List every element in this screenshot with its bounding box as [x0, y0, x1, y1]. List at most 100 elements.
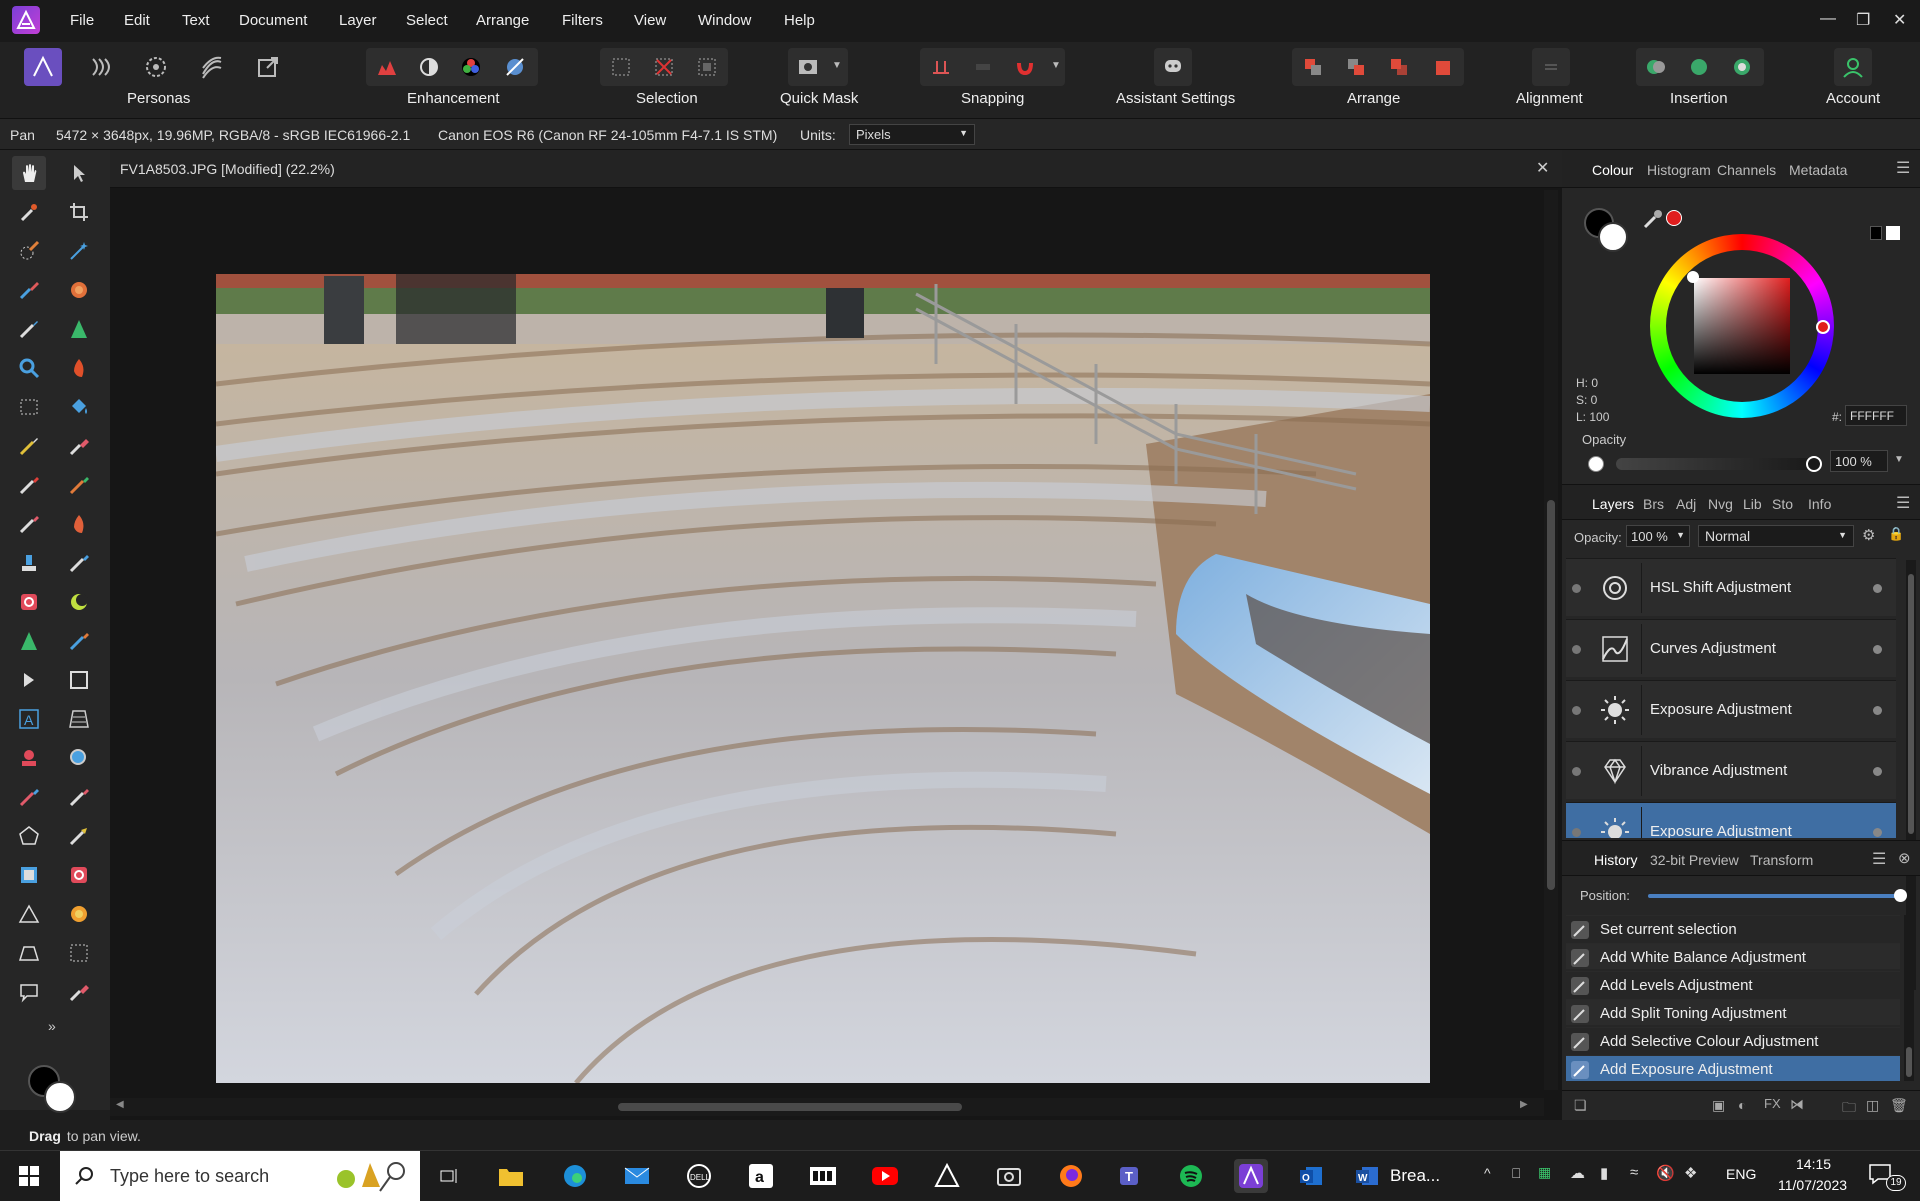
history-item[interactable]: Add Selective Colour Adjustment	[1566, 1027, 1900, 1053]
document-tab[interactable]: FV1A8503.JPG [Modified] (22.2%) ✕	[110, 150, 1562, 188]
smudge-tool-icon[interactable]	[62, 468, 96, 502]
snapping-options-icon[interactable]	[964, 48, 1002, 86]
panel-layers-stack-icon[interactable]: ❏	[1574, 1097, 1587, 1114]
vertical-scrollbar[interactable]	[1544, 190, 1558, 1090]
camera-app-icon[interactable]	[992, 1159, 1026, 1193]
quick-mask-icon[interactable]	[789, 48, 827, 86]
layer-opacity-input[interactable]: 100 % ▼	[1626, 525, 1690, 547]
ellipse-gradient-tool-icon[interactable]	[62, 897, 96, 931]
edge-browser-icon[interactable]	[558, 1159, 592, 1193]
move-forward-one-icon[interactable]	[1380, 48, 1418, 86]
layer-visibility-icon[interactable]	[1572, 828, 1581, 837]
insert-behind-icon[interactable]	[1637, 48, 1675, 86]
freehand-selection-tool-icon[interactable]	[12, 273, 46, 307]
colour-square-handle[interactable]	[1687, 271, 1699, 283]
menu-edit[interactable]: Edit	[124, 12, 150, 29]
zoom-tool-icon[interactable]	[12, 351, 46, 385]
secondary-colour-swatch[interactable]	[44, 1081, 76, 1113]
menu-help[interactable]: Help	[784, 12, 815, 29]
tray-device-icon[interactable]: ⎕	[1512, 1165, 1520, 1182]
colour-panel-swatches[interactable]	[1584, 208, 1632, 256]
perspective-tool-icon[interactable]	[62, 702, 96, 736]
layer-visibility-icon[interactable]	[1572, 584, 1581, 593]
history-position-handle[interactable]	[1894, 889, 1907, 902]
levels-icon[interactable]	[368, 48, 406, 86]
layer-row[interactable]: Curves Adjustment	[1566, 619, 1896, 677]
invert-selection-icon[interactable]	[688, 48, 726, 86]
menu-document[interactable]: Document	[239, 12, 307, 29]
layer-row[interactable]: Exposure Adjustment	[1566, 680, 1896, 738]
layer-settings-gear-icon[interactable]: ⚙	[1862, 526, 1875, 544]
history-panel-menu-icon[interactable]: ☰	[1872, 849, 1886, 869]
opacity-chevron-down-icon[interactable]: ▼	[1894, 454, 1904, 465]
tab-adjustments[interactable]: Adj	[1676, 496, 1696, 512]
move-to-front-icon[interactable]	[1423, 48, 1461, 86]
adjustment-layer-icon[interactable]: ◐	[1738, 1097, 1746, 1113]
crop-tool-icon[interactable]	[62, 195, 96, 229]
history-item[interactable]: Add Levels Adjustment	[1566, 971, 1900, 997]
snapping-chevron-down-icon[interactable]: ▼	[1051, 60, 1061, 71]
menu-filters[interactable]: Filters	[562, 12, 603, 29]
move-to-back-icon[interactable]	[1294, 48, 1332, 86]
account-icon[interactable]	[1834, 48, 1872, 86]
menu-file[interactable]: File	[70, 12, 94, 29]
dodge-burn-tool-icon[interactable]	[62, 585, 96, 619]
red-eye-removal-tool-icon[interactable]	[62, 858, 96, 892]
dodge-tool-icon[interactable]	[12, 507, 46, 541]
auto-contrast-icon[interactable]	[496, 48, 534, 86]
scroll-right-icon[interactable]: ▶	[1520, 1099, 1528, 1110]
dell-icon[interactable]: DELL	[682, 1159, 716, 1193]
callout-tool-icon[interactable]	[12, 975, 46, 1009]
triangle-tool-icon[interactable]	[12, 897, 46, 931]
notifications-button[interactable]: 19	[1868, 1163, 1906, 1191]
history-position-slider[interactable]	[1648, 894, 1900, 898]
delete-layer-icon[interactable]: 🗑	[1890, 1097, 1908, 1114]
menu-layer[interactable]: Layer	[339, 12, 377, 29]
close-document-icon[interactable]: ✕	[1536, 158, 1549, 178]
photo-persona-icon[interactable]	[24, 48, 62, 86]
history-item[interactable]: Set current selection	[1566, 915, 1900, 941]
eraser-brush-tool-icon[interactable]	[62, 975, 96, 1009]
app-tiles-icon[interactable]	[806, 1159, 840, 1193]
menu-view[interactable]: View	[634, 12, 666, 29]
liquify-persona-icon[interactable]	[82, 48, 120, 86]
youtube-icon[interactable]	[868, 1159, 902, 1193]
layer-visibility-icon[interactable]	[1572, 767, 1581, 776]
menu-select[interactable]: Select	[406, 12, 448, 29]
fill-tool-icon[interactable]	[62, 390, 96, 424]
magnifier-tool-icon[interactable]	[62, 741, 96, 775]
spotify-icon[interactable]	[1174, 1159, 1208, 1193]
close-window-icon[interactable]: ✕	[1893, 10, 1906, 30]
horizontal-scroll-thumb[interactable]	[618, 1103, 962, 1111]
volume-muted-icon[interactable]: 🔇	[1656, 1164, 1675, 1182]
clock-time[interactable]: 14:15	[1796, 1156, 1831, 1172]
affinity-photo-taskbar-icon[interactable]	[1234, 1159, 1268, 1193]
blemish-tool-icon[interactable]	[62, 780, 96, 814]
tab-history[interactable]: History	[1594, 852, 1638, 868]
color-picker-tool-icon[interactable]	[12, 195, 46, 229]
tab-channels[interactable]: Channels	[1717, 162, 1776, 178]
rectangle-marquee-tool-icon[interactable]	[12, 390, 46, 424]
rectangle-tool-icon[interactable]	[62, 663, 96, 697]
wifi-icon[interactable]: ≈	[1630, 1164, 1638, 1181]
bluetooth-icon[interactable]: ❖	[1684, 1164, 1697, 1182]
history-panel-close-icon[interactable]: ⊗	[1898, 849, 1911, 867]
layer-options-dot-icon[interactable]	[1873, 828, 1882, 837]
add-group-icon[interactable]: 🗀	[1842, 1097, 1856, 1121]
layer-row[interactable]: Vibrance Adjustment	[1566, 741, 1896, 799]
onedrive-cloud-icon[interactable]: ☁	[1570, 1164, 1585, 1182]
teams-icon[interactable]: T	[1114, 1159, 1148, 1193]
fx-icon[interactable]: FX	[1764, 1096, 1781, 1111]
brush-tool-icon[interactable]	[12, 312, 46, 346]
burn-tool-icon[interactable]	[62, 351, 96, 385]
mail-icon[interactable]	[620, 1159, 654, 1193]
minimize-icon[interactable]: —	[1820, 10, 1836, 28]
deselect-icon[interactable]	[645, 48, 683, 86]
paint-mixer-tool-icon[interactable]	[12, 429, 46, 463]
units-select[interactable]: Pixels ▼	[849, 124, 975, 145]
red-eye-tool-icon[interactable]	[12, 585, 46, 619]
colour-square[interactable]	[1694, 278, 1790, 374]
tab-stock[interactable]: Sto	[1772, 496, 1793, 512]
layer-row-selected[interactable]: Exposure Adjustment	[1566, 802, 1896, 838]
outlook-icon[interactable]: O	[1294, 1159, 1328, 1193]
